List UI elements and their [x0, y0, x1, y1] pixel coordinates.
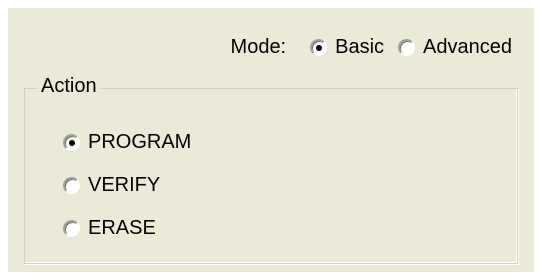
- mode-selector: Mode: Basic Advanced: [231, 34, 512, 60]
- action-erase-radio-option[interactable]: ERASE: [63, 217, 191, 240]
- action-options: PROGRAM VERIFY ERASE: [63, 131, 191, 240]
- mode-advanced-radio[interactable]: [398, 38, 416, 56]
- mode-advanced-radio-option[interactable]: Advanced: [398, 36, 512, 59]
- action-verify-radio-option[interactable]: VERIFY: [63, 174, 191, 197]
- mode-basic-label: Basic: [335, 35, 385, 58]
- mode-basic-radio-option[interactable]: Basic: [310, 36, 384, 59]
- mode-label: Mode:: [230, 35, 287, 58]
- action-program-radio[interactable]: [63, 134, 80, 151]
- dialog-panel: Mode: Basic Advanced Action PROGRAM VERI…: [8, 8, 534, 272]
- mode-basic-radio[interactable]: [310, 38, 328, 56]
- mode-advanced-label: Advanced: [423, 35, 512, 58]
- action-verify-label: VERIFY: [88, 174, 161, 196]
- action-verify-radio[interactable]: [63, 177, 80, 194]
- action-program-radio-option[interactable]: PROGRAM: [63, 131, 191, 154]
- action-program-label: PROGRAM: [88, 131, 192, 153]
- action-erase-radio[interactable]: [63, 220, 80, 237]
- action-groupbox-legend: Action: [37, 73, 101, 99]
- action-erase-label: ERASE: [88, 217, 156, 239]
- action-groupbox: Action PROGRAM VERIFY ERASE: [24, 73, 518, 264]
